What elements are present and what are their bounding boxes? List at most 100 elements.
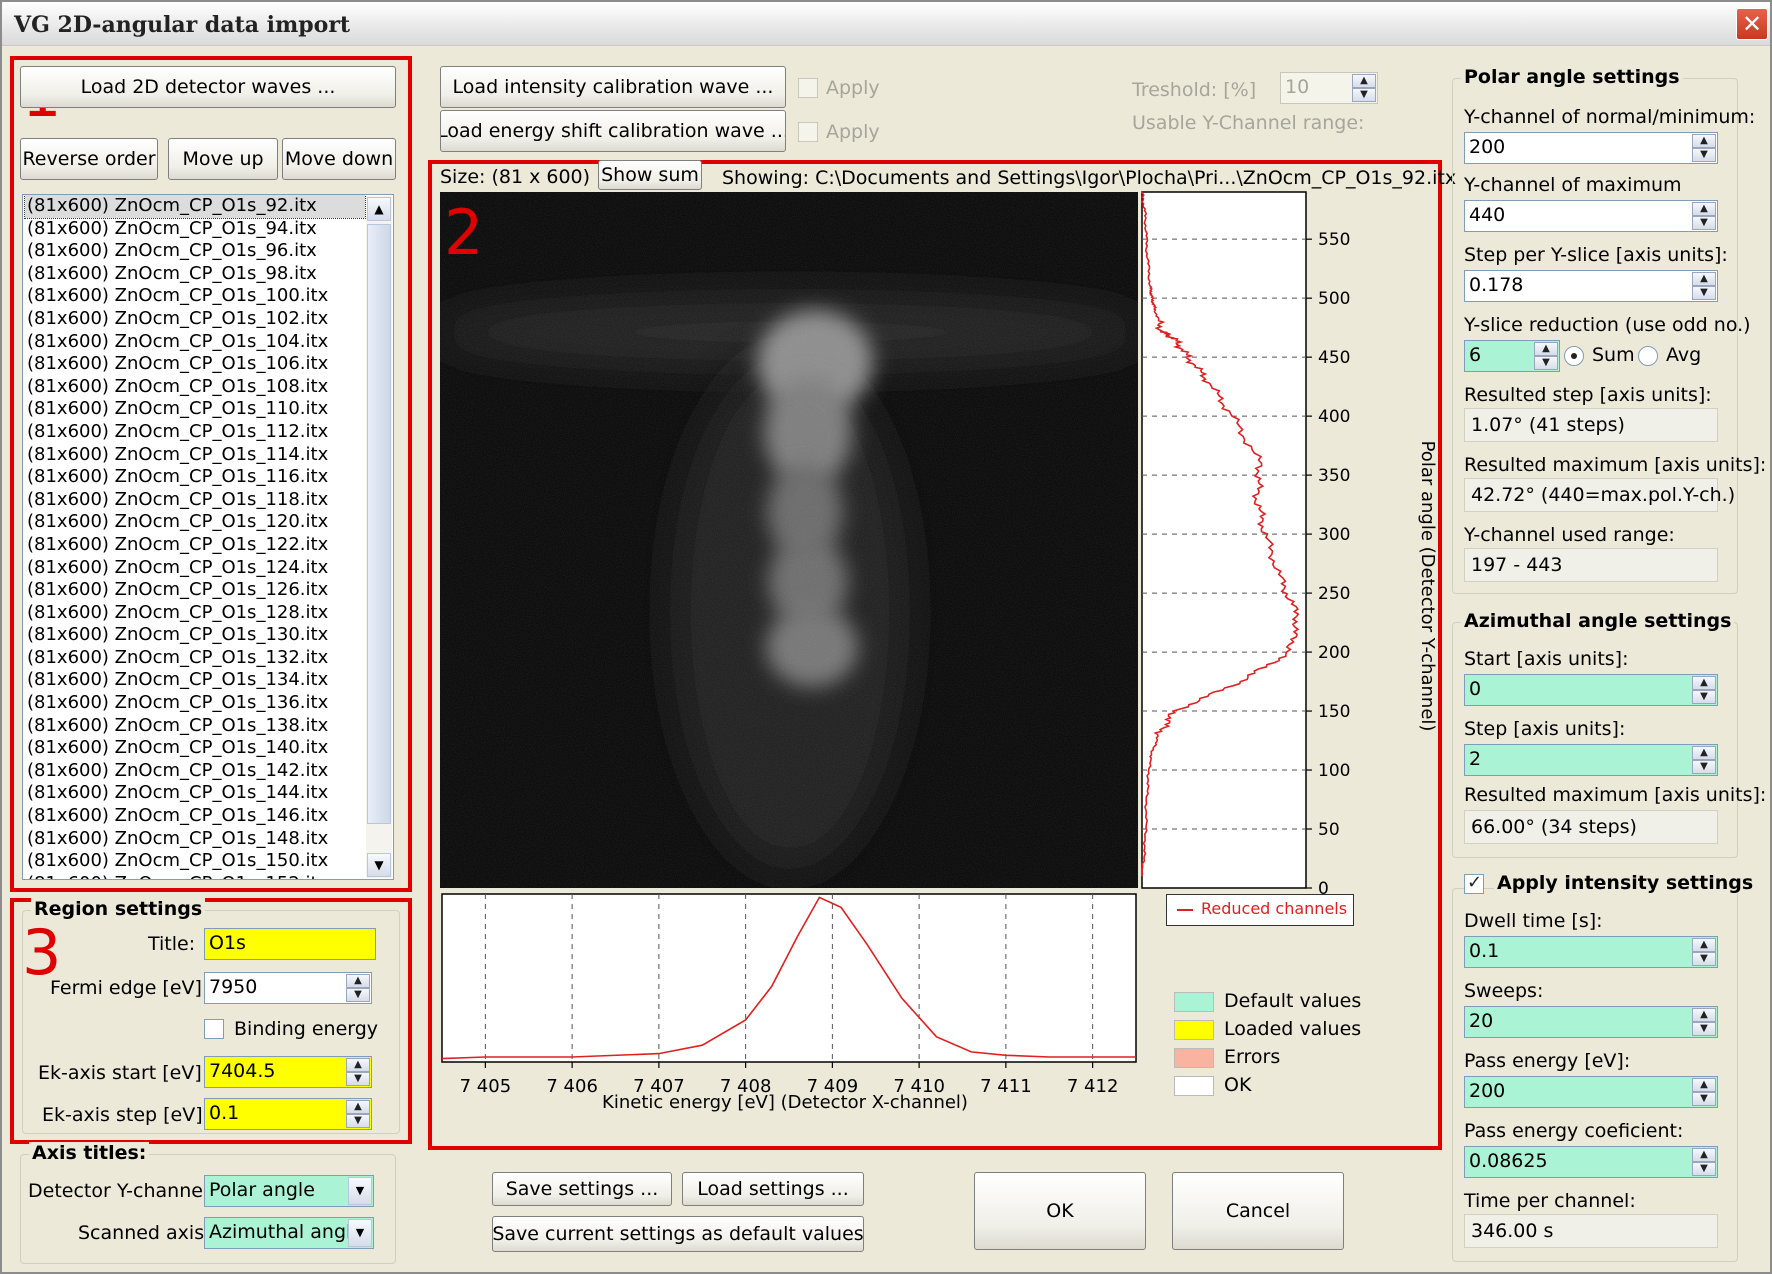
ok-button[interactable]: OK <box>974 1172 1146 1250</box>
az-start-input[interactable]: 0 ▲ ▼ <box>1464 674 1718 706</box>
file-list-item[interactable]: (81x600) ZnOcm_CP_O1s_150.itx <box>25 850 365 873</box>
apply-intensity-settings-checkbox[interactable] <box>1464 872 1484 894</box>
y-max-spinner[interactable]: ▲ ▼ <box>1692 202 1716 230</box>
file-list-item[interactable]: (81x600) ZnOcm_CP_O1s_96.itx <box>25 240 365 263</box>
file-list-item[interactable]: (81x600) ZnOcm_CP_O1s_102.itx <box>25 308 365 331</box>
file-list-item[interactable]: (81x600) ZnOcm_CP_O1s_114.itx <box>25 444 365 467</box>
file-list-item[interactable]: (81x600) ZnOcm_CP_O1s_100.itx <box>25 285 365 308</box>
file-list-item[interactable]: (81x600) ZnOcm_CP_O1s_124.itx <box>25 557 365 580</box>
file-list-item[interactable]: (81x600) ZnOcm_CP_O1s_140.itx <box>25 737 365 760</box>
file-list-item[interactable]: (81x600) ZnOcm_CP_O1s_134.itx <box>25 669 365 692</box>
pass-energy-input[interactable]: 200 ▲ ▼ <box>1464 1076 1718 1108</box>
threshold-input[interactable]: 10 ▲ ▼ <box>1280 72 1378 104</box>
file-list-item[interactable]: (81x600) ZnOcm_CP_O1s_120.itx <box>25 511 365 534</box>
profile-tick-label: 450 <box>1318 348 1350 368</box>
slice-reduction-spinner[interactable]: ▲ ▼ <box>1534 342 1558 370</box>
load-intensity-calibration-button[interactable]: Load intensity calibration wave ... <box>440 66 786 108</box>
az-step-input[interactable]: 2 ▲ ▼ <box>1464 744 1718 776</box>
file-list-scrollbar[interactable]: ▲ ▼ <box>366 196 392 878</box>
file-list-item[interactable]: (81x600) ZnOcm_CP_O1s_92.itx <box>24 195 366 219</box>
file-list[interactable]: (81x600) ZnOcm_CP_O1s_92.itx (81x600) ZnO… <box>22 194 394 880</box>
reverse-order-button[interactable]: Reverse order <box>20 138 158 180</box>
detector-y-select[interactable]: Polar angle ▼ <box>204 1175 374 1207</box>
apply-energy-checkbox[interactable] <box>798 122 818 142</box>
legend-loaded-swatch <box>1174 1020 1214 1040</box>
sweeps-input[interactable]: 20 ▲ ▼ <box>1464 1006 1718 1038</box>
scanned-axis-select[interactable]: Azimuthal angle ▼ <box>204 1217 374 1249</box>
intensity-settings-title: Apply intensity settings <box>1494 872 1757 894</box>
y-normal-spinner[interactable]: ▲ ▼ <box>1692 134 1716 162</box>
file-list-item[interactable]: (81x600) ZnOcm_CP_O1s_106.itx <box>25 353 365 376</box>
file-list-item[interactable]: (81x600) ZnOcm_CP_O1s_116.itx <box>25 466 365 489</box>
binding-energy-checkbox[interactable] <box>204 1019 224 1039</box>
file-list-item[interactable]: (81x600) ZnOcm_CP_O1s_146.itx <box>25 805 365 828</box>
file-list-item[interactable]: (81x600) ZnOcm_CP_O1s_104.itx <box>25 331 365 354</box>
detector-image[interactable] <box>440 192 1138 888</box>
file-list-item[interactable]: (81x600) ZnOcm_CP_O1s_130.itx <box>25 624 365 647</box>
file-list-item[interactable]: (81x600) ZnOcm_CP_O1s_112.itx <box>25 421 365 444</box>
save-default-settings-button[interactable]: Save current settings as default values <box>492 1216 864 1252</box>
polar-profile-plot[interactable]: 050100150200250300350400450500550 Polar … <box>1138 188 1438 908</box>
y-max-input[interactable]: 440 ▲ ▼ <box>1464 200 1718 232</box>
file-list-item[interactable]: (81x600) ZnOcm_CP_O1s_152.itx <box>25 873 365 879</box>
file-list-item[interactable]: (81x600) ZnOcm_CP_O1s_144.itx <box>25 782 365 805</box>
chevron-down-icon[interactable]: ▼ <box>348 1219 372 1247</box>
pass-energy-spinner[interactable]: ▲ ▼ <box>1692 1078 1716 1106</box>
time-per-channel-value: 346.00 s <box>1464 1214 1718 1248</box>
scanned-axis-value: Azimuthal angle <box>209 1221 363 1243</box>
file-list-item[interactable]: (81x600) ZnOcm_CP_O1s_118.itx <box>25 489 365 512</box>
fermi-edge-input[interactable]: 7950 ▲ ▼ <box>204 972 372 1004</box>
sweeps-spinner[interactable]: ▲ ▼ <box>1692 1008 1716 1036</box>
profile-tick-label: 150 <box>1318 702 1350 722</box>
file-list-item[interactable]: (81x600) ZnOcm_CP_O1s_148.itx <box>25 828 365 851</box>
energy-sum-plot[interactable]: 7 405 7 406 7 407 7 408 7 409 7 410 7 411 7 412… <box>440 888 1140 1118</box>
scroll-down-icon[interactable]: ▼ <box>367 853 391 877</box>
ek-start-spinner[interactable]: ▲ ▼ <box>346 1058 370 1086</box>
threshold-spinner[interactable]: ▲ ▼ <box>1352 74 1376 102</box>
file-list-item[interactable]: (81x600) ZnOcm_CP_O1s_108.itx <box>25 376 365 399</box>
ek-start-input[interactable]: 7404.5 ▲ ▼ <box>204 1056 372 1088</box>
apply-intensity-checkbox[interactable] <box>798 78 818 98</box>
file-list-item[interactable]: (81x600) ZnOcm_CP_O1s_110.itx <box>25 398 365 421</box>
cancel-button[interactable]: Cancel <box>1172 1172 1344 1250</box>
step-per-slice-spinner[interactable]: ▲ ▼ <box>1692 272 1716 300</box>
region-title-input[interactable]: O1s <box>204 928 376 960</box>
file-list-item[interactable]: (81x600) ZnOcm_CP_O1s_138.itx <box>25 715 365 738</box>
scroll-thumb[interactable] <box>367 224 391 824</box>
pass-coef-input[interactable]: 0.08625 ▲ ▼ <box>1464 1146 1718 1178</box>
file-list-item[interactable]: (81x600) ZnOcm_CP_O1s_94.itx <box>25 218 365 241</box>
dwell-spinner[interactable]: ▲ ▼ <box>1692 938 1716 966</box>
file-list-item[interactable]: (81x600) ZnOcm_CP_O1s_126.itx <box>25 579 365 602</box>
ek-step-input[interactable]: 0.1 ▲ ▼ <box>204 1098 372 1130</box>
chevron-down-icon[interactable]: ▼ <box>348 1177 372 1205</box>
load-settings-button[interactable]: Load settings ... <box>682 1172 864 1206</box>
close-icon[interactable]: ✕ <box>1736 8 1768 40</box>
used-range-label: Y-channel used range: <box>1464 524 1675 546</box>
y-normal-label: Y-channel of normal/minimum: <box>1464 106 1756 128</box>
file-list-item[interactable]: (81x600) ZnOcm_CP_O1s_142.itx <box>25 760 365 783</box>
load-energy-calibration-button[interactable]: Load energy shift calibration wave ... <box>440 110 786 152</box>
save-settings-button[interactable]: Save settings ... <box>492 1172 672 1206</box>
step-per-slice-input[interactable]: 0.178 ▲ ▼ <box>1464 270 1718 302</box>
pass-coef-value: 0.08625 <box>1469 1150 1548 1172</box>
az-start-spinner[interactable]: ▲ ▼ <box>1692 676 1716 704</box>
file-list-item[interactable]: (81x600) ZnOcm_CP_O1s_136.itx <box>25 692 365 715</box>
fermi-edge-spinner[interactable]: ▲ ▼ <box>346 974 370 1002</box>
avg-radio[interactable] <box>1638 346 1658 366</box>
dwell-input[interactable]: 0.1 ▲ ▼ <box>1464 936 1718 968</box>
file-list-item[interactable]: (81x600) ZnOcm_CP_O1s_132.itx <box>25 647 365 670</box>
move-up-button[interactable]: Move up <box>168 138 278 180</box>
show-sum-button[interactable]: Show sum <box>598 160 702 190</box>
y-normal-input[interactable]: 200 ▲ ▼ <box>1464 132 1718 164</box>
scroll-up-icon[interactable]: ▲ <box>367 197 391 221</box>
file-list-item[interactable]: (81x600) ZnOcm_CP_O1s_98.itx <box>25 263 365 286</box>
az-step-spinner[interactable]: ▲ ▼ <box>1692 746 1716 774</box>
ek-step-spinner[interactable]: ▲ ▼ <box>346 1100 370 1128</box>
pass-coef-spinner[interactable]: ▲ ▼ <box>1692 1148 1716 1176</box>
move-down-button[interactable]: Move down <box>282 138 396 180</box>
load-detector-waves-button[interactable]: Load 2D detector waves ... <box>20 66 396 108</box>
file-list-item[interactable]: (81x600) ZnOcm_CP_O1s_128.itx <box>25 602 365 625</box>
slice-reduction-input[interactable]: 6 ▲ ▼ <box>1464 340 1560 372</box>
file-list-item[interactable]: (81x600) ZnOcm_CP_O1s_122.itx <box>25 534 365 557</box>
sum-radio[interactable] <box>1564 346 1584 366</box>
